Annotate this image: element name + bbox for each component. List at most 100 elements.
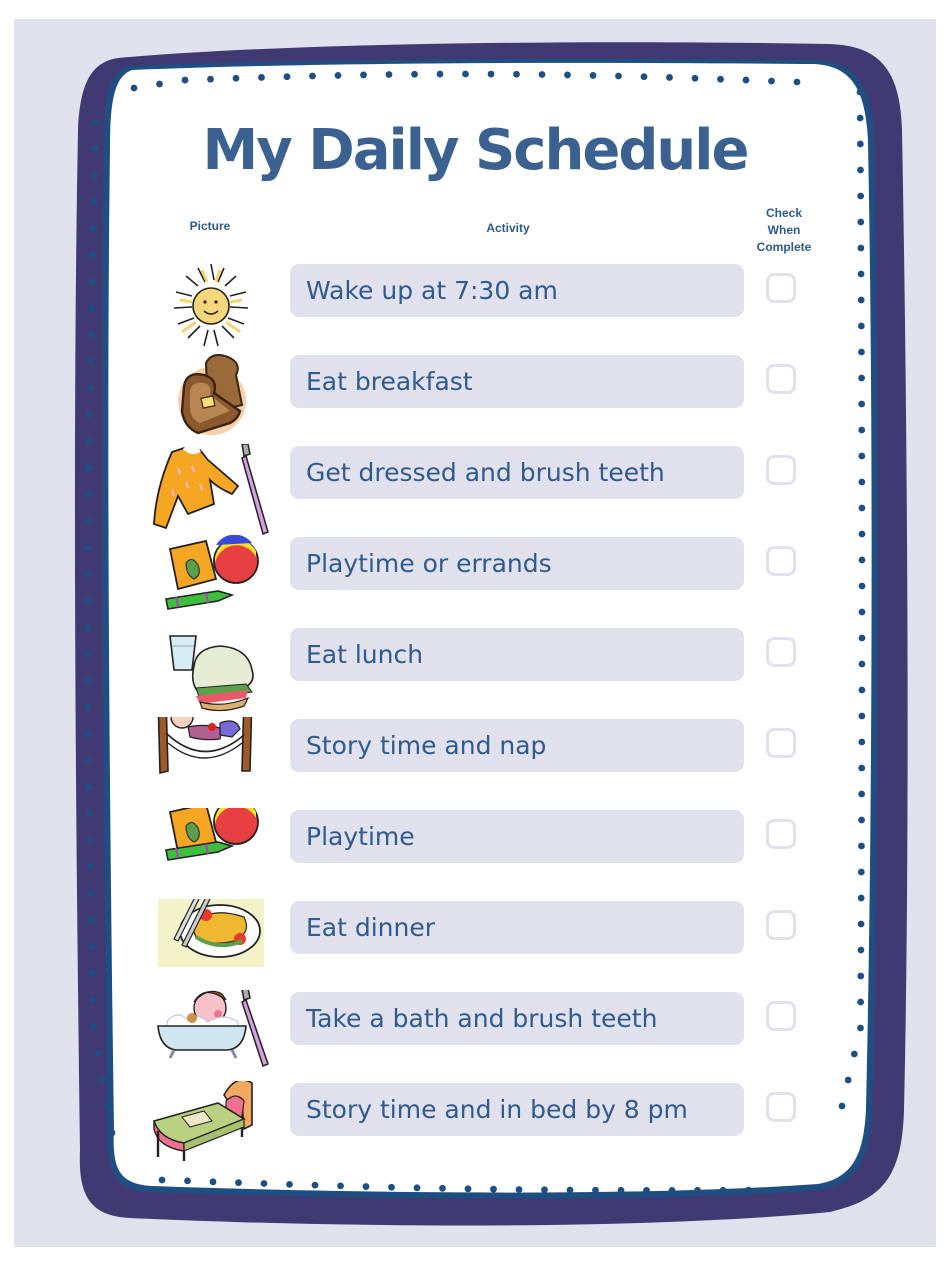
border-dot — [235, 1179, 242, 1187]
schedule-row: Eat breakfast — [0, 353, 950, 444]
border-dot — [592, 1186, 599, 1194]
complete-checkbox[interactable] — [766, 637, 796, 667]
activity-box: Playtime — [290, 810, 744, 863]
column-header-check-line2: When — [767, 223, 801, 237]
border-dot — [742, 76, 750, 84]
schedule-row: Get dressed and brush teeth — [0, 443, 950, 536]
dinner-plate-icon — [148, 887, 274, 990]
border-dot — [768, 77, 775, 85]
activity-label: Take a bath and brush teeth — [306, 1004, 658, 1033]
border-dot — [490, 1185, 497, 1193]
border-dot — [90, 225, 97, 232]
activity-box: Story time and in bed by 8 pm — [290, 1083, 744, 1136]
schedule-row: Wake up at 7:30 am — [0, 262, 950, 353]
border-dot — [541, 1186, 548, 1194]
schedule-row: Eat dinner — [0, 887, 950, 990]
complete-checkbox[interactable] — [766, 1092, 796, 1122]
activity-label: Eat breakfast — [306, 367, 473, 396]
column-header-check-line3: Complete — [756, 240, 812, 254]
column-header-check: Check When Complete — [748, 205, 820, 256]
border-dot — [436, 70, 444, 78]
activity-label: Playtime or errands — [306, 549, 552, 578]
complete-checkbox[interactable] — [766, 364, 796, 394]
complete-checkbox[interactable] — [766, 273, 796, 303]
border-dot — [856, 88, 864, 96]
border-dot — [513, 70, 520, 78]
column-header-picture: Picture — [189, 219, 231, 233]
border-dot — [515, 1186, 523, 1193]
activity-label: Story time and nap — [306, 731, 547, 760]
activity-label: Eat dinner — [306, 913, 436, 942]
activity-box: Eat breakfast — [290, 355, 744, 408]
border-dot — [719, 1186, 727, 1194]
border-dot — [311, 1181, 319, 1189]
border-dot — [411, 70, 418, 78]
complete-checkbox[interactable] — [766, 728, 796, 758]
schedule-row: Story time and in bed by 8 pm — [0, 1079, 950, 1172]
border-dot — [232, 74, 240, 82]
bed-icon — [148, 1079, 274, 1172]
border-dot — [857, 192, 865, 200]
border-dot — [385, 71, 393, 78]
border-dot — [617, 1186, 625, 1194]
border-dot — [413, 1184, 421, 1192]
column-header-activity: Activity — [486, 221, 530, 235]
border-dot — [362, 1183, 370, 1190]
border-dot — [156, 80, 163, 88]
schedule-row: Story time and nap — [0, 694, 950, 808]
border-dot — [209, 1178, 217, 1186]
border-dot — [538, 71, 546, 78]
activity-label: Playtime — [306, 822, 415, 851]
schedule-row: Take a bath and brush teeth — [0, 987, 950, 1081]
border-dot — [643, 1186, 650, 1194]
border-dot — [464, 1185, 472, 1193]
complete-checkbox[interactable] — [766, 546, 796, 576]
border-dot — [258, 74, 265, 81]
complete-checkbox[interactable] — [766, 819, 796, 849]
border-dot — [487, 70, 495, 78]
activity-label: Story time and in bed by 8 pm — [306, 1095, 688, 1124]
border-dot — [89, 251, 97, 259]
border-dot — [694, 1186, 701, 1194]
border-dot — [283, 73, 291, 81]
sandwich-and-water-icon — [148, 626, 274, 717]
border-dot — [640, 73, 648, 81]
activity-label: Get dressed and brush teeth — [306, 458, 665, 487]
border-dot — [334, 72, 342, 79]
border-dot — [745, 1186, 752, 1194]
complete-checkbox[interactable] — [766, 455, 796, 485]
toast-icon — [148, 353, 274, 444]
border-dot — [770, 1186, 778, 1194]
toys-icon — [148, 799, 274, 899]
border-dot — [589, 72, 597, 79]
border-dot — [564, 71, 571, 79]
activity-box: Wake up at 7:30 am — [290, 264, 744, 317]
child-in-hammock-icon — [148, 694, 274, 808]
activity-box: Get dressed and brush teeth — [290, 446, 744, 499]
border-dot — [130, 84, 138, 92]
border-dot — [857, 244, 865, 252]
shirt-and-toothbrush-icon — [148, 443, 274, 536]
complete-checkbox[interactable] — [766, 910, 796, 940]
bath-and-toothbrush-icon — [148, 987, 274, 1081]
border-dot — [857, 218, 865, 226]
border-dot — [158, 1176, 166, 1184]
sun-icon — [148, 262, 274, 353]
border-dot — [717, 75, 724, 83]
complete-checkbox[interactable] — [766, 1001, 796, 1031]
activity-label: Eat lunch — [306, 640, 424, 669]
border-dot — [184, 1177, 191, 1185]
border-dot — [337, 1182, 344, 1190]
border-dot — [388, 1183, 395, 1191]
border-dot — [462, 70, 469, 78]
border-dot — [207, 75, 214, 83]
border-dot — [360, 71, 367, 79]
toys-icon — [148, 534, 274, 626]
border-dot — [615, 72, 622, 80]
border-dot — [260, 1180, 268, 1187]
schedule-row: Playtime or errands — [0, 534, 950, 626]
schedule-row: Eat lunch — [0, 626, 950, 717]
border-dot — [439, 1184, 446, 1192]
border-dot — [796, 1186, 803, 1194]
border-dot — [666, 74, 673, 81]
